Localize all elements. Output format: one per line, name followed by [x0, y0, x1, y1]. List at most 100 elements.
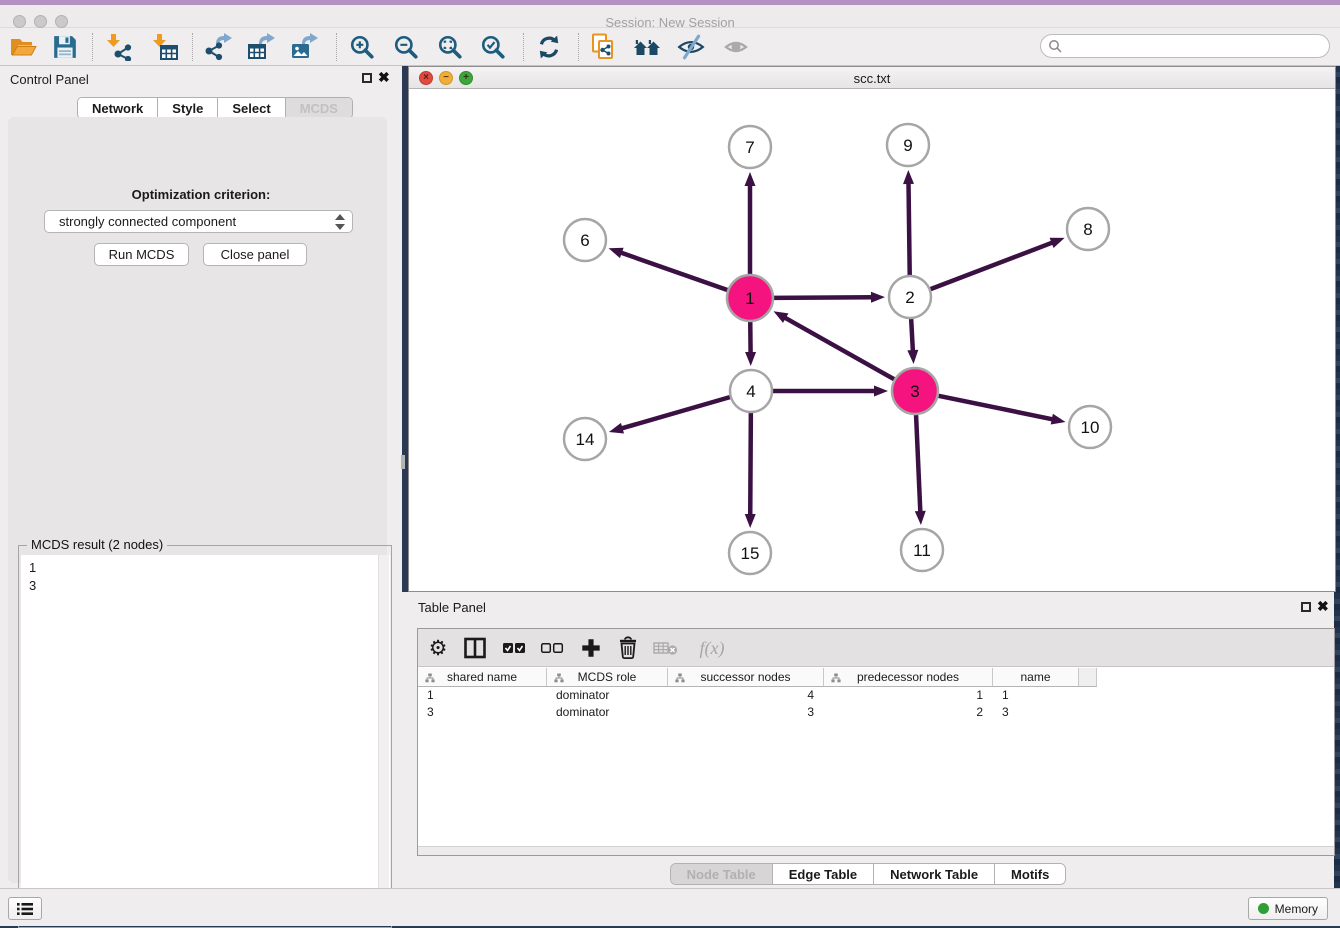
table-row[interactable]: 1dominator411	[418, 687, 1334, 704]
select-all-columns-button[interactable]	[497, 632, 531, 664]
cell-successor-nodes[interactable]: 3	[668, 704, 824, 721]
graph-node-label: 10	[1081, 418, 1100, 437]
table-rows: 1dominator4113dominator323	[418, 687, 1334, 721]
close-table-panel-icon[interactable]: ✖	[1317, 598, 1329, 615]
edge-3-10[interactable]	[939, 396, 1054, 420]
app-titlebar[interactable]: Session: New Session	[0, 5, 1340, 28]
column-header-successor-nodes[interactable]: successor nodes	[668, 668, 824, 687]
search-box[interactable]	[1040, 34, 1330, 58]
optimization-criterion-label: Optimization criterion:	[0, 187, 402, 202]
tab-edge-table[interactable]: Edge Table	[772, 864, 873, 884]
eye-slash-icon	[677, 34, 705, 60]
control-panel: Control Panel ✖ NetworkStyleSelectMCDS O…	[0, 66, 402, 888]
edge-arrowhead	[745, 172, 756, 186]
zoom-fit-button[interactable]	[433, 31, 467, 63]
edge-2-8[interactable]	[931, 242, 1054, 289]
edge-2-9[interactable]	[908, 182, 909, 275]
edge-4-14[interactable]	[621, 397, 730, 429]
toolbar-separator	[523, 33, 524, 61]
table-header-row: shared nameMCDS rolesuccessor nodesprede…	[418, 668, 1097, 687]
function-builder-button-disabled[interactable]: f(x)	[690, 632, 734, 664]
column-header-stub	[1079, 668, 1097, 687]
hide-panel-button[interactable]	[674, 31, 708, 63]
column-header-icon	[425, 673, 435, 683]
search-input[interactable]	[1063, 39, 1329, 54]
cell-successor-nodes[interactable]: 4	[668, 687, 824, 704]
column-header-MCDS-role[interactable]: MCDS role	[547, 668, 668, 687]
float-panel-icon[interactable]	[362, 73, 372, 83]
eye-disabled-icon	[723, 35, 749, 59]
fx-icon: f(x)	[700, 638, 725, 659]
export-network-button[interactable]	[201, 31, 235, 63]
column-header-predecessor-nodes[interactable]: predecessor nodes	[824, 668, 993, 687]
cell-name[interactable]: 3	[993, 704, 1079, 721]
run-mcds-button[interactable]: Run MCDS	[94, 243, 189, 266]
cell-name[interactable]: 1	[993, 687, 1079, 704]
export-image-button[interactable]	[287, 31, 321, 63]
edge-arrowhead	[903, 170, 914, 184]
column-header-shared-name[interactable]: shared name	[418, 668, 547, 687]
tab-style[interactable]: Style	[157, 98, 217, 118]
table-horizontal-scrollbar[interactable]	[418, 846, 1334, 855]
edge-3-11[interactable]	[916, 415, 920, 513]
deselect-all-columns-button[interactable]	[535, 632, 569, 664]
cell-MCDS-role[interactable]: dominator	[547, 704, 668, 721]
tab-mcds[interactable]: MCDS	[285, 98, 352, 118]
export-table-button[interactable]	[244, 31, 278, 63]
import-table-button[interactable]	[147, 31, 181, 63]
cell-MCDS-role[interactable]: dominator	[547, 687, 668, 704]
add-column-button[interactable]	[574, 632, 608, 664]
network-window-titlebar[interactable]: × − + scc.txt	[409, 67, 1335, 89]
tab-network[interactable]: Network	[78, 98, 157, 118]
table-tabs: Node TableEdge TableNetwork TableMotifs	[670, 863, 1067, 885]
show-column-panel-button[interactable]	[458, 632, 492, 664]
delete-column-button[interactable]	[611, 632, 645, 664]
edge-1-2[interactable]	[774, 297, 873, 298]
criterion-select[interactable]: strongly connected component	[44, 210, 353, 233]
open-session-button[interactable]	[6, 31, 40, 63]
table-options-button[interactable]: ⚙	[421, 632, 455, 664]
toolbar-separator	[92, 33, 93, 61]
task-history-button[interactable]	[8, 897, 42, 920]
clone-network-button[interactable]	[587, 31, 621, 63]
edge-4-15[interactable]	[750, 413, 751, 516]
import-network-button[interactable]	[101, 31, 135, 63]
float-table-panel-icon[interactable]	[1301, 602, 1311, 612]
cell-shared-name[interactable]: 1	[418, 687, 547, 704]
show-panel-button-disabled[interactable]	[719, 31, 753, 63]
vertical-splitter-handle[interactable]	[401, 455, 405, 469]
cell-predecessor-nodes[interactable]: 2	[824, 704, 993, 721]
control-panel-tabs: NetworkStyleSelectMCDS	[77, 97, 353, 119]
memory-button[interactable]: Memory	[1248, 897, 1328, 920]
zoom-out-button[interactable]	[389, 31, 423, 63]
mcds-result-textarea[interactable]: 1 3	[21, 555, 390, 926]
tab-node-table[interactable]: Node Table	[671, 864, 772, 884]
table-panel-title: Table Panel	[418, 600, 486, 615]
edge-arrowhead	[609, 423, 624, 434]
edge-arrowhead	[745, 514, 756, 528]
tab-select[interactable]: Select	[217, 98, 284, 118]
edge-1-6[interactable]	[620, 252, 727, 290]
result-scrollbar[interactable]	[378, 555, 389, 926]
network-graph-svg: 7968124314101511	[409, 89, 1335, 591]
zoom-in-button[interactable]	[345, 31, 379, 63]
select-stepper-icon	[333, 213, 347, 231]
edge-arrowhead	[915, 511, 926, 525]
table-row[interactable]: 3dominator323	[418, 704, 1334, 721]
delete-table-button-disabled[interactable]	[649, 632, 683, 664]
home-button[interactable]	[630, 31, 664, 63]
close-panel-button[interactable]: Close panel	[203, 243, 307, 266]
network-canvas[interactable]: 7968124314101511	[409, 89, 1335, 591]
close-panel-icon[interactable]: ✖	[378, 69, 390, 86]
edge-2-3[interactable]	[911, 319, 913, 352]
tab-network-table[interactable]: Network Table	[873, 864, 994, 884]
column-header-name[interactable]: name	[993, 668, 1079, 687]
edge-3-1[interactable]	[784, 317, 894, 379]
zoom-selected-button[interactable]	[476, 31, 510, 63]
refresh-layout-button[interactable]	[532, 31, 566, 63]
tab-motifs[interactable]: Motifs	[994, 864, 1065, 884]
memory-label: Memory	[1275, 902, 1318, 916]
cell-shared-name[interactable]: 3	[418, 704, 547, 721]
cell-predecessor-nodes[interactable]: 1	[824, 687, 993, 704]
save-session-button[interactable]	[48, 31, 82, 63]
